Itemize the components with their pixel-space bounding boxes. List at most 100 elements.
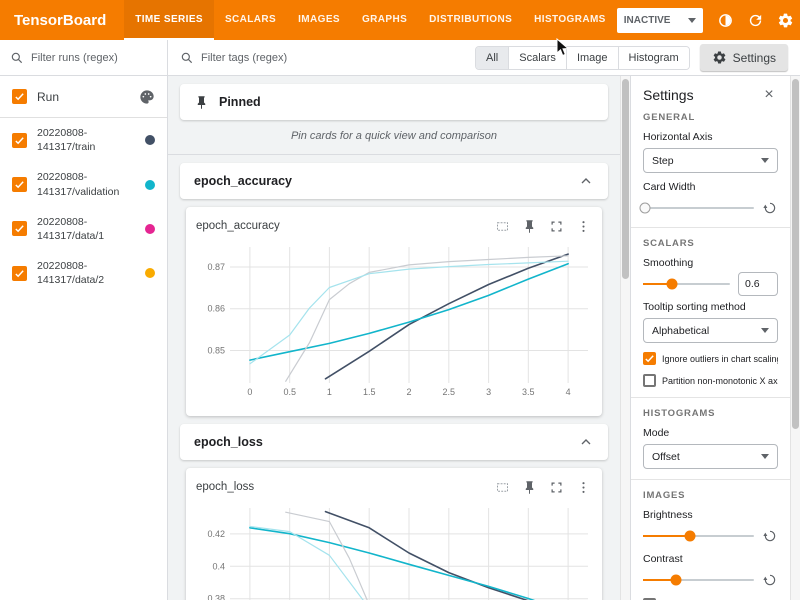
reset-contrast-button[interactable]: [762, 572, 778, 588]
fit-domain-button[interactable]: [493, 217, 511, 235]
section-header-epoch-loss[interactable]: epoch_loss: [180, 424, 608, 460]
theme-toggle-button[interactable]: [713, 7, 739, 33]
card-width-label: Card Width: [643, 181, 778, 193]
global-settings-button[interactable]: [773, 7, 799, 33]
pinned-empty-hint: Pin cards for a quick view and compariso…: [168, 120, 620, 155]
svg-text:2.5: 2.5: [443, 387, 456, 397]
brightness-slider[interactable]: [643, 535, 754, 537]
fullscreen-button[interactable]: [547, 217, 565, 235]
histogram-mode-select[interactable]: Offset: [643, 444, 778, 469]
content-area: Run 20220808-141317/train 20220808-14131…: [0, 76, 800, 600]
settings-panel: Settings × GENERAL Horizontal Axis Step …: [630, 76, 790, 600]
pinned-section-header: Pinned: [180, 84, 608, 120]
partition-x-axis-row[interactable]: Partition non-monotonic X axis: [643, 374, 778, 387]
window-scrollbar[interactable]: [790, 76, 800, 600]
settings-panel-title: Settings: [643, 87, 694, 103]
chart-card-header: epoch_accuracy: [196, 213, 592, 239]
reset-icon: [762, 200, 778, 216]
svg-text:1.5: 1.5: [363, 387, 376, 397]
partition-x-axis-checkbox[interactable]: [643, 374, 656, 387]
run-name: 20220808-141317/data/1: [37, 215, 135, 243]
reset-icon: [762, 528, 778, 544]
tab-time-series[interactable]: TIME SERIES: [124, 0, 214, 40]
card-width-slider[interactable]: [643, 207, 754, 209]
smoothing-slider[interactable]: [643, 283, 730, 285]
window-scrollbar-thumb[interactable]: [792, 79, 799, 429]
scalar-card-epoch-accuracy: epoch_accuracy: [186, 207, 602, 416]
more-options-button[interactable]: [574, 478, 592, 496]
reload-status-dropdown[interactable]: INACTIVE: [617, 8, 703, 33]
runs-column-header: Run: [37, 90, 129, 104]
pin-card-button[interactable]: [520, 217, 538, 235]
tab-images[interactable]: IMAGES: [287, 0, 351, 40]
more-options-button[interactable]: [574, 217, 592, 235]
filter-toolbar: All Scalars Image Histogram Settings: [0, 40, 800, 76]
chip-image[interactable]: Image: [567, 47, 619, 69]
filter-runs-input[interactable]: [31, 52, 157, 64]
divider: [631, 479, 790, 480]
run-checkbox[interactable]: [12, 266, 27, 281]
settings-section-scalars: SCALARS: [643, 238, 778, 249]
run-list-item[interactable]: 20220808-141317/data/2: [0, 251, 167, 295]
divider: [631, 397, 790, 398]
main-scrollbar-thumb[interactable]: [622, 79, 629, 279]
section-title: epoch_loss: [194, 435, 263, 449]
settings-panel-toggle-button[interactable]: Settings: [700, 44, 788, 71]
chip-histogram[interactable]: Histogram: [619, 47, 689, 69]
theme-icon: [717, 12, 734, 29]
refresh-button[interactable]: [743, 7, 769, 33]
ignore-outliers-checkbox[interactable]: [643, 352, 656, 365]
run-color-dot: [145, 224, 155, 234]
run-checkbox[interactable]: [12, 133, 27, 148]
svg-text:0.5: 0.5: [283, 387, 296, 397]
tab-histograms[interactable]: HISTOGRAMS: [523, 0, 617, 40]
svg-text:1: 1: [327, 387, 332, 397]
run-color-dot: [145, 135, 155, 145]
epoch-loss-chart[interactable]: 00.511.522.533.540.360.380.40.42: [196, 500, 596, 600]
gear-icon: [777, 12, 794, 29]
horizontal-axis-value: Step: [652, 155, 674, 167]
ignore-outliers-row[interactable]: Ignore outliers in chart scaling: [643, 352, 778, 365]
svg-text:0.4: 0.4: [212, 561, 225, 571]
close-settings-button[interactable]: ×: [760, 86, 778, 104]
epoch-accuracy-chart[interactable]: 00.511.522.533.540.850.860.87: [196, 239, 596, 403]
contrast-slider[interactable]: [643, 579, 754, 581]
chip-scalars[interactable]: Scalars: [509, 47, 567, 69]
fullscreen-button[interactable]: [547, 478, 565, 496]
run-list-item[interactable]: 20220808-141317/data/1: [0, 207, 167, 251]
tooltip-sorting-select[interactable]: Alphabetical: [643, 318, 778, 343]
reset-brightness-button[interactable]: [762, 528, 778, 544]
reset-card-width-button[interactable]: [762, 200, 778, 216]
fit-domain-button[interactable]: [493, 478, 511, 496]
run-list-item[interactable]: 20220808-141317/validation: [0, 162, 167, 206]
tooltip-sorting-label: Tooltip sorting method: [643, 301, 778, 313]
select-all-runs-checkbox[interactable]: [12, 89, 27, 104]
tab-scalars[interactable]: SCALARS: [214, 0, 287, 40]
tab-graphs[interactable]: GRAPHS: [351, 0, 418, 40]
run-checkbox[interactable]: [12, 221, 27, 236]
reload-status-value: INACTIVE: [624, 15, 671, 26]
horizontal-axis-select[interactable]: Step: [643, 148, 778, 173]
section-title: epoch_accuracy: [194, 174, 292, 188]
topbar-icon-group: ?: [713, 7, 800, 33]
smoothing-value-input[interactable]: [738, 272, 778, 296]
run-checkbox[interactable]: [12, 177, 27, 192]
filter-tags-input[interactable]: [201, 52, 465, 64]
palette-icon[interactable]: [139, 89, 155, 105]
tag-type-filter-group: All Scalars Image Histogram: [475, 46, 690, 70]
chevron-up-icon: [578, 173, 594, 189]
chip-all[interactable]: All: [476, 47, 509, 69]
chevron-down-icon: [688, 18, 696, 23]
main-scrollbar[interactable]: [620, 76, 630, 600]
run-list-item[interactable]: 20220808-141317/train: [0, 118, 167, 162]
tab-distributions[interactable]: DISTRIBUTIONS: [418, 0, 523, 40]
svg-text:0.38: 0.38: [207, 594, 225, 600]
search-icon: [180, 51, 194, 65]
run-name: 20220808-141317/validation: [37, 170, 135, 198]
pin-card-button[interactable]: [520, 478, 538, 496]
partition-x-axis-label: Partition non-monotonic X axis: [662, 376, 778, 386]
gear-icon: [712, 50, 727, 65]
run-color-dot: [145, 180, 155, 190]
section-header-epoch-accuracy[interactable]: epoch_accuracy: [180, 163, 608, 199]
chevron-up-icon: [578, 434, 594, 450]
